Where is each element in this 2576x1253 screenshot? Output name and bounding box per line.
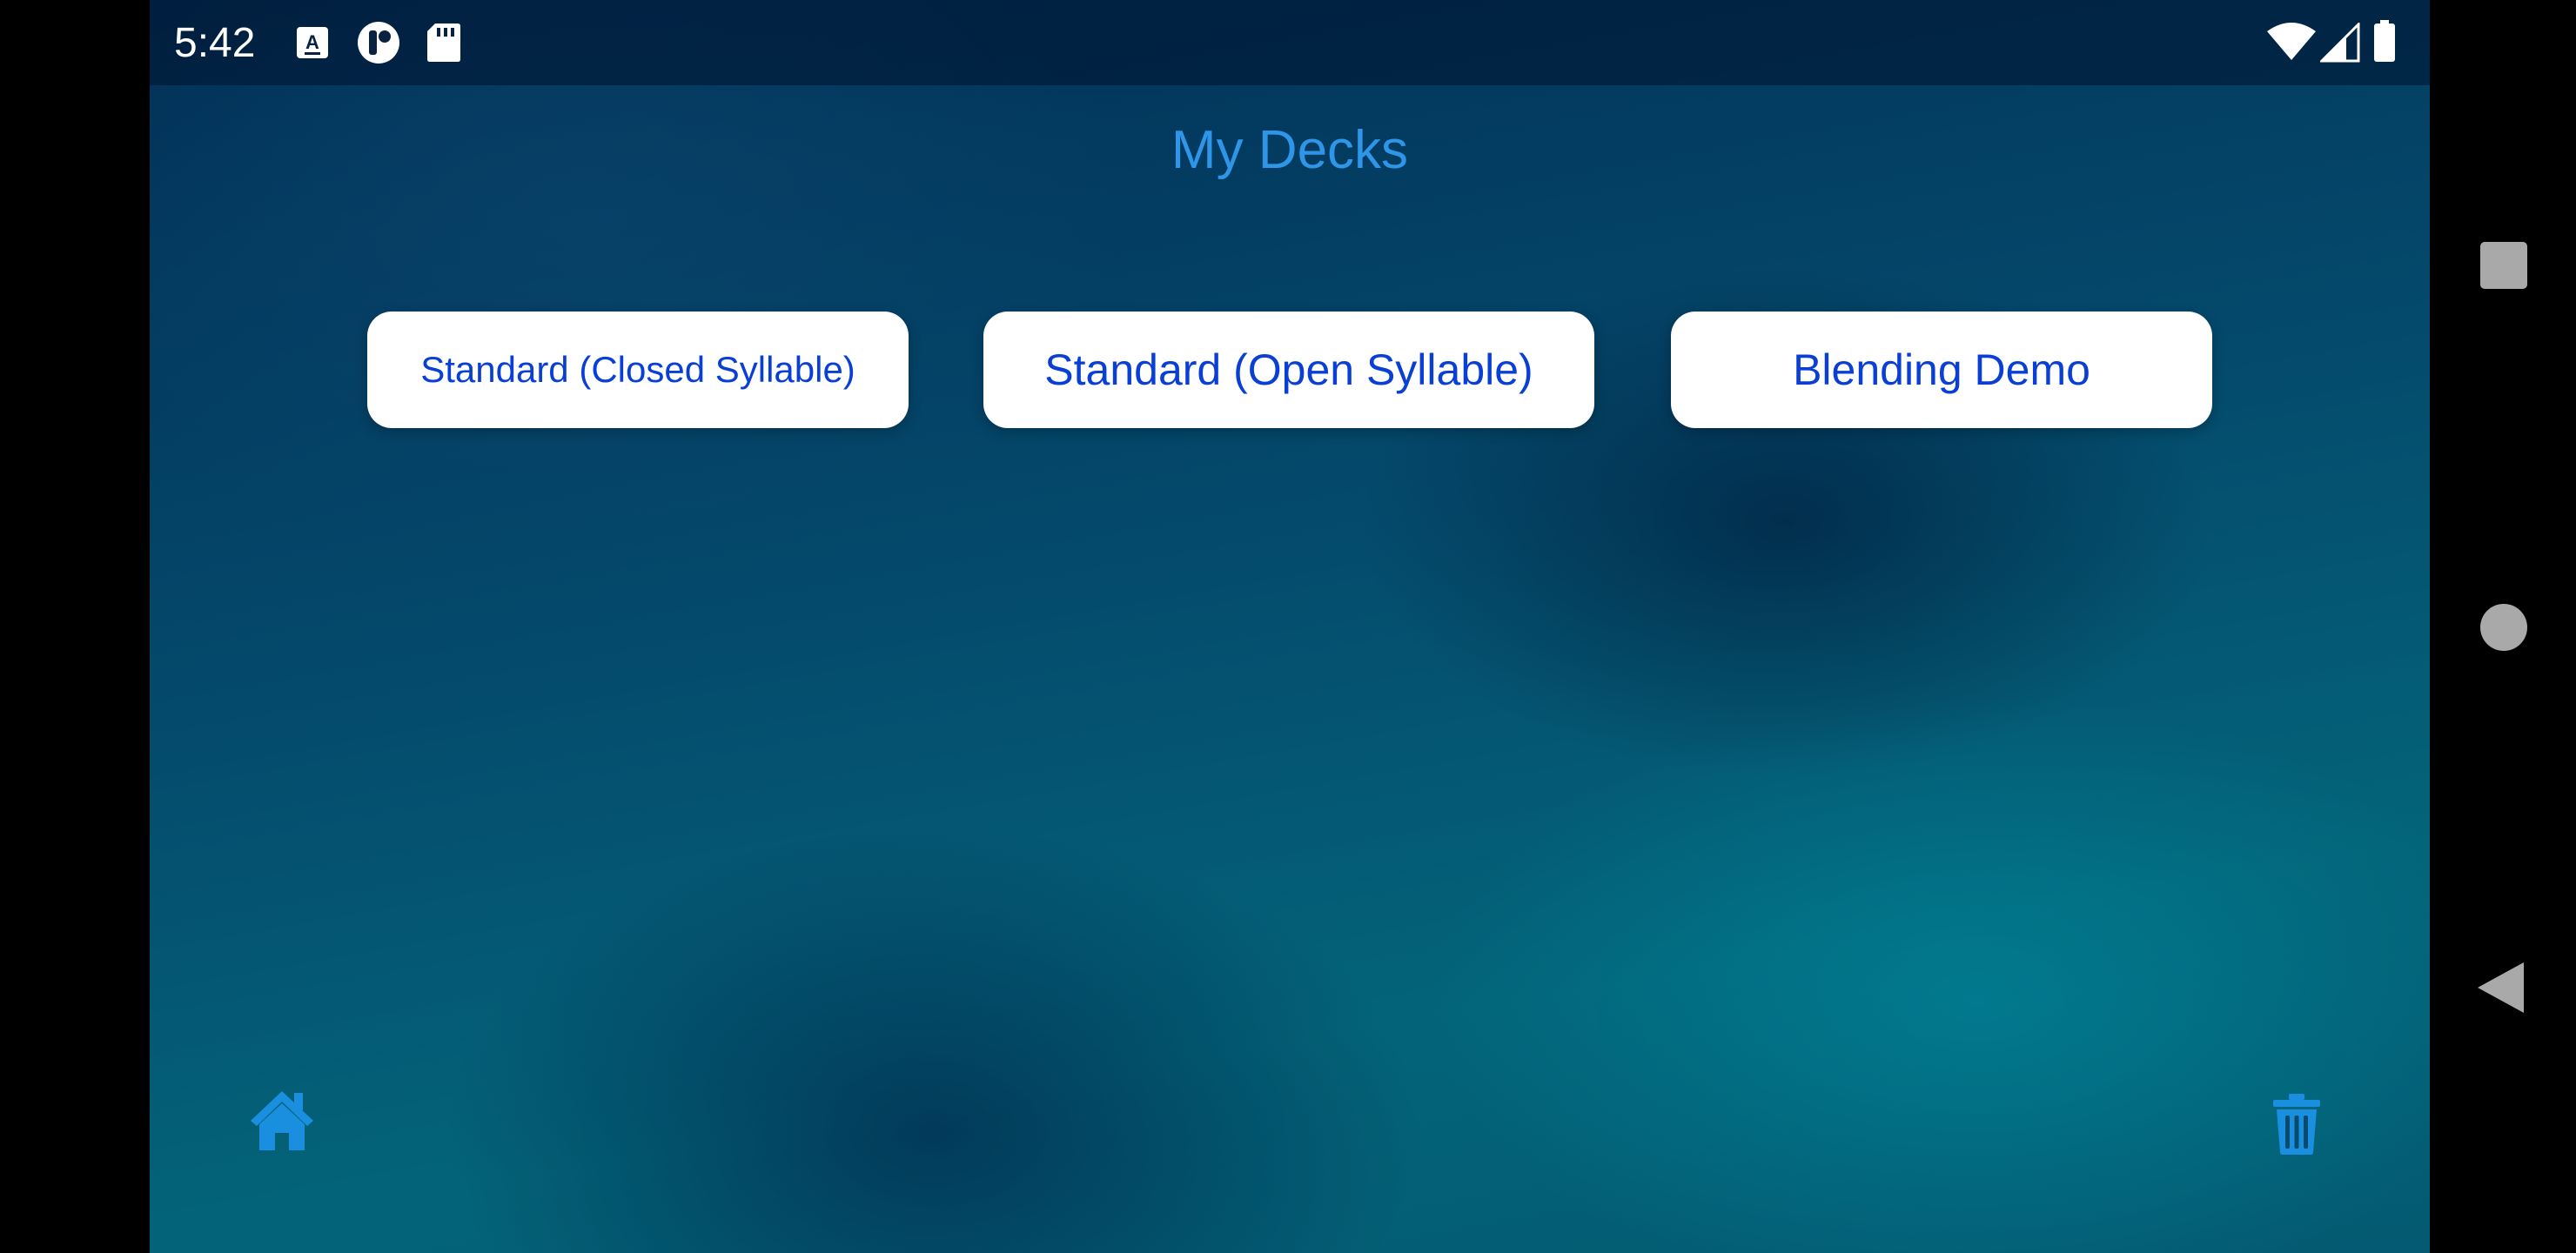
app-icon — [358, 22, 399, 64]
sd-card-icon — [427, 23, 460, 62]
deck-button-standard-closed-syllable[interactable]: Standard (Closed Syllable) — [367, 312, 909, 428]
page-title: My Decks — [1171, 120, 1409, 180]
system-nav-bar — [2430, 0, 2576, 1253]
svg-text:A: A — [305, 31, 319, 53]
battery-icon — [2374, 20, 2395, 62]
wifi-icon — [2267, 23, 2316, 60]
signal-icon — [2320, 23, 2360, 63]
font-icon: A — [297, 27, 328, 58]
status-time: 5:42 — [174, 20, 256, 66]
recents-square-icon[interactable] — [2480, 242, 2527, 289]
back-triangle-icon[interactable] — [2475, 961, 2526, 1015]
home-icon[interactable] — [249, 1089, 315, 1152]
status-bar: 5:42 A — [150, 0, 2430, 85]
trash-icon[interactable] — [2271, 1093, 2322, 1156]
deck-button-standard-open-syllable[interactable]: Standard (Open Syllable) — [983, 312, 1594, 428]
deck-button-blending-demo[interactable]: Blending Demo — [1671, 312, 2212, 428]
app-screen: 5:42 A My Decks Standard (Closed Syllabl… — [150, 0, 2430, 1253]
home-circle-icon[interactable] — [2480, 604, 2527, 651]
